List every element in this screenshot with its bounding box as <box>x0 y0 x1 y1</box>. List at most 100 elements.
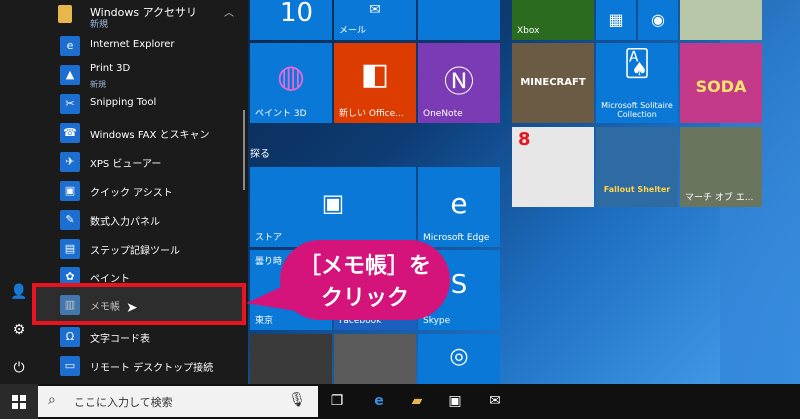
tile-label: Skype <box>423 316 451 326</box>
settings-gear-icon[interactable]: ⚙ <box>9 320 29 340</box>
tile-label: ストア <box>255 233 283 243</box>
quick-assist-icon: ▣ <box>60 181 80 201</box>
camera-icon: ◉ <box>651 10 665 29</box>
app-item-windows-fax[interactable]: ☎ Windows FAX とスキャン <box>38 119 248 147</box>
mail-icon: ✉ <box>369 2 381 18</box>
remote-desktop-icon: ▭ <box>60 356 80 376</box>
tile-label: 新しい Office... <box>339 109 404 119</box>
windows-logo-icon <box>12 395 26 409</box>
mail-taskbar-icon[interactable]: ✉ <box>484 390 506 412</box>
xbox-tile[interactable]: Xbox <box>512 0 594 40</box>
task-view-icon[interactable]: ❐ <box>326 390 348 412</box>
calculator-tile[interactable]: ▦ <box>596 0 636 40</box>
folder-icon <box>58 5 72 23</box>
xbox-icon: ◎ <box>449 344 469 369</box>
app-label: Windows FAX とスキャン <box>90 130 210 141</box>
game-number: 8 <box>518 129 531 150</box>
tile-label: マーチ オブ エ... <box>685 193 754 203</box>
xps-icon: ✈ <box>60 152 80 172</box>
camera-tile[interactable]: ◉ <box>638 0 678 40</box>
steps-recorder-icon: ▤ <box>60 239 80 259</box>
app-item-math-input[interactable]: ✎ 数式入力パネル <box>38 206 248 234</box>
app-item-quick-assist[interactable]: ▣ クイック アシスト <box>38 177 248 205</box>
store-taskbar-icon[interactable]: ▣ <box>444 390 466 412</box>
blank-tile[interactable] <box>418 0 500 40</box>
mouse-cursor-icon: ➤ <box>126 300 138 316</box>
app-label: XPS ビューアー <box>90 159 162 170</box>
internet-explorer-icon: e <box>60 36 80 56</box>
onenote-tile[interactable]: Ⓝ OneNote <box>418 43 500 123</box>
news-tile[interactable] <box>250 334 332 384</box>
tile-label: OneNote <box>423 109 463 119</box>
search-placeholder: ここに入力して検索 <box>74 396 173 409</box>
tile-label: Microsoft Solitaire Collection <box>601 101 673 119</box>
minecraft-tile[interactable]: MINECRAFT <box>512 43 594 123</box>
taskbar: ⌕ ここに入力して検索 🎙 ❐ e ▰ ▣ ✉ <box>0 384 800 419</box>
fax-icon: ☎ <box>60 123 80 143</box>
app-list-scrollbar[interactable] <box>243 110 245 190</box>
office-tile[interactable]: ◧ 新しい Office... <box>334 43 416 123</box>
tile-label: Xbox <box>517 26 540 36</box>
fallout-shelter-tile[interactable]: Fallout Shelter <box>596 127 678 207</box>
new-badge: 新規 <box>90 80 106 89</box>
search-icon: ⌕ <box>48 392 56 408</box>
callout-line-1: ［メモ帳］を <box>298 254 431 279</box>
minecraft-logo: MINECRAFT <box>520 77 586 88</box>
paint-3d-tile[interactable]: ◍ ペイント 3D <box>250 43 332 123</box>
start-menu-tiles: 10 ✉ メール ◍ ペイント 3D ◧ 新しい Office... Ⓝ One… <box>250 0 800 384</box>
app-item-xps-viewer[interactable]: ✈ XPS ビューアー <box>38 148 248 176</box>
app-label: ステップ記録ツール <box>90 246 180 257</box>
candy-crush-logo: SODA <box>695 77 747 96</box>
app-item-steps-recorder[interactable]: ▤ ステップ記録ツール <box>38 235 248 263</box>
mail-tile[interactable]: ✉ メール <box>334 0 416 40</box>
game-tile[interactable] <box>680 0 762 40</box>
app-label: 文字コード表 <box>90 334 150 345</box>
app-item-character-map[interactable]: Ω 文字コード表 <box>38 323 248 351</box>
math-input-icon: ✎ <box>60 210 80 230</box>
file-explorer-icon[interactable]: ▰ <box>406 390 428 412</box>
app-item-remote-desktop[interactable]: ▭ リモート デスクトップ接続 <box>38 352 248 380</box>
calculator-icon: ▦ <box>608 10 624 29</box>
app-item-snipping-tool[interactable]: ✂ Snipping Tool <box>38 90 248 118</box>
racing-game-tile[interactable]: 8 <box>512 127 594 207</box>
news-photo-tile[interactable] <box>334 334 416 384</box>
scissors-icon: ✂ <box>60 94 80 114</box>
store-bag-icon: ▣ <box>321 189 345 217</box>
chevron-up-icon: ︿ <box>224 8 234 19</box>
app-label: Snipping Tool <box>90 97 157 108</box>
calendar-tile[interactable]: 10 <box>250 0 332 40</box>
office-icon: ◧ <box>360 57 390 92</box>
fallout-shelter-logo: Fallout Shelter <box>603 185 671 194</box>
edge-taskbar-icon[interactable]: e <box>368 390 390 412</box>
power-icon[interactable]: ⏻ <box>9 358 29 378</box>
edge-tile[interactable]: e Microsoft Edge <box>418 167 500 247</box>
microphone-icon[interactable]: 🎙 <box>288 392 306 408</box>
app-item-print-3d[interactable]: ▲ Print 3D 新規 <box>38 61 248 89</box>
start-button[interactable] <box>0 384 38 419</box>
march-of-empires-tile[interactable]: マーチ オブ エ... <box>680 127 762 207</box>
app-label: Internet Explorer <box>90 39 175 50</box>
app-label: クイック アシスト <box>90 188 173 199</box>
app-label: リモート デスクトップ接続 <box>90 363 214 374</box>
app-tile[interactable]: ◎ <box>418 334 500 384</box>
app-item-internet-explorer[interactable]: e Internet Explorer <box>38 32 248 60</box>
onenote-icon: Ⓝ <box>444 65 474 100</box>
edge-icon: e <box>450 187 468 220</box>
tile-label: ペイント 3D <box>255 109 307 119</box>
user-icon[interactable]: 👤 <box>9 282 29 302</box>
explore-section-title: 探る <box>250 149 270 160</box>
store-tile[interactable]: ▣ ストア <box>250 167 416 247</box>
tile-label: Microsoft Edge <box>423 233 490 243</box>
solitaire-tile[interactable]: 🂡 Microsoft Solitaire Collection <box>596 43 678 123</box>
app-group-header[interactable]: Windows アクセサリ 新規 ︿ <box>38 0 248 30</box>
weather-text: 曇り時 <box>255 257 283 267</box>
start-menu-rail: 👤 ⚙ ⏻ <box>0 0 38 384</box>
candy-crush-tile[interactable]: SODA <box>680 43 762 123</box>
taskbar-search-box[interactable]: ⌕ ここに入力して検索 🎙 <box>38 386 318 417</box>
callout-line-2: クリック <box>320 286 409 311</box>
calendar-day: 10 <box>280 0 314 28</box>
app-label: 数式入力パネル <box>90 217 160 228</box>
app-label: Print 3D <box>90 63 131 74</box>
start-menu-app-list: Windows アクセサリ 新規 ︿ e Internet Explorer ▲… <box>38 0 248 384</box>
print-3d-icon: ▲ <box>60 65 80 85</box>
